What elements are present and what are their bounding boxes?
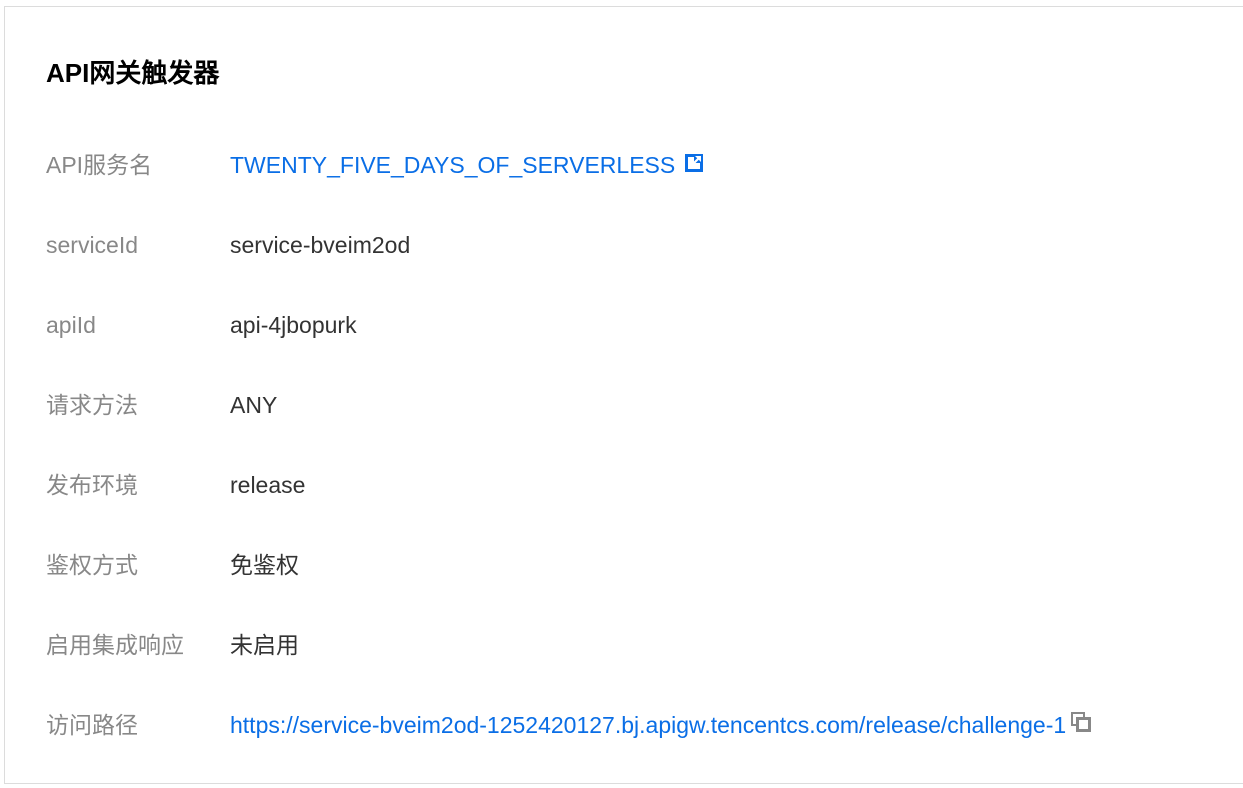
field-row-integrated-response: 启用集成响应 未启用 [5,627,1205,663]
field-value[interactable]: https://service-bveim2od-1252420127.bj.a… [230,707,1066,743]
field-label: serviceId [46,232,139,258]
field-value: api-4jbopurk [230,312,357,338]
field-row-access-path: 访问路径 https://service-bveim2od-1252420127… [5,707,1205,743]
field-label: 发布环境 [46,472,138,498]
field-value: release [230,472,306,498]
api-service-name-link[interactable]: TWENTY_FIVE_DAYS_OF_SERVERLESS [230,147,704,183]
field-label: API服务名 [46,152,153,178]
field-label: 请求方法 [46,392,138,418]
field-row-request-method: 请求方法 ANY [5,387,1205,423]
field-label: 访问路径 [46,712,138,738]
field-value: ANY [230,392,278,418]
field-row-service-id: serviceId service-bveim2od [5,227,1205,263]
field-value: 免鉴权 [230,552,299,578]
copy-icon[interactable] [1070,707,1092,743]
external-link-icon[interactable] [684,147,704,183]
field-row-api-id: apiId api-4jbopurk [5,307,1205,343]
field-label: 鉴权方式 [46,552,138,578]
field-value: service-bveim2od [230,232,411,258]
field-label: 启用集成响应 [46,632,184,658]
api-gateway-trigger-panel: API网关触发器 API服务名 TWENTY_FIVE_DAYS_OF_SERV… [4,6,1243,784]
field-value: 未启用 [230,632,299,658]
field-row-api-service-name: API服务名 TWENTY_FIVE_DAYS_OF_SERVERLESS [5,147,1205,183]
field-label: apiId [46,312,96,338]
field-row-release-env: 发布环境 release [5,467,1205,503]
field-value[interactable]: TWENTY_FIVE_DAYS_OF_SERVERLESS [230,147,675,183]
section-title: API网关触发器 [46,58,220,88]
access-path-link[interactable]: https://service-bveim2od-1252420127.bj.a… [230,707,1092,743]
field-row-auth-method: 鉴权方式 免鉴权 [5,547,1205,583]
